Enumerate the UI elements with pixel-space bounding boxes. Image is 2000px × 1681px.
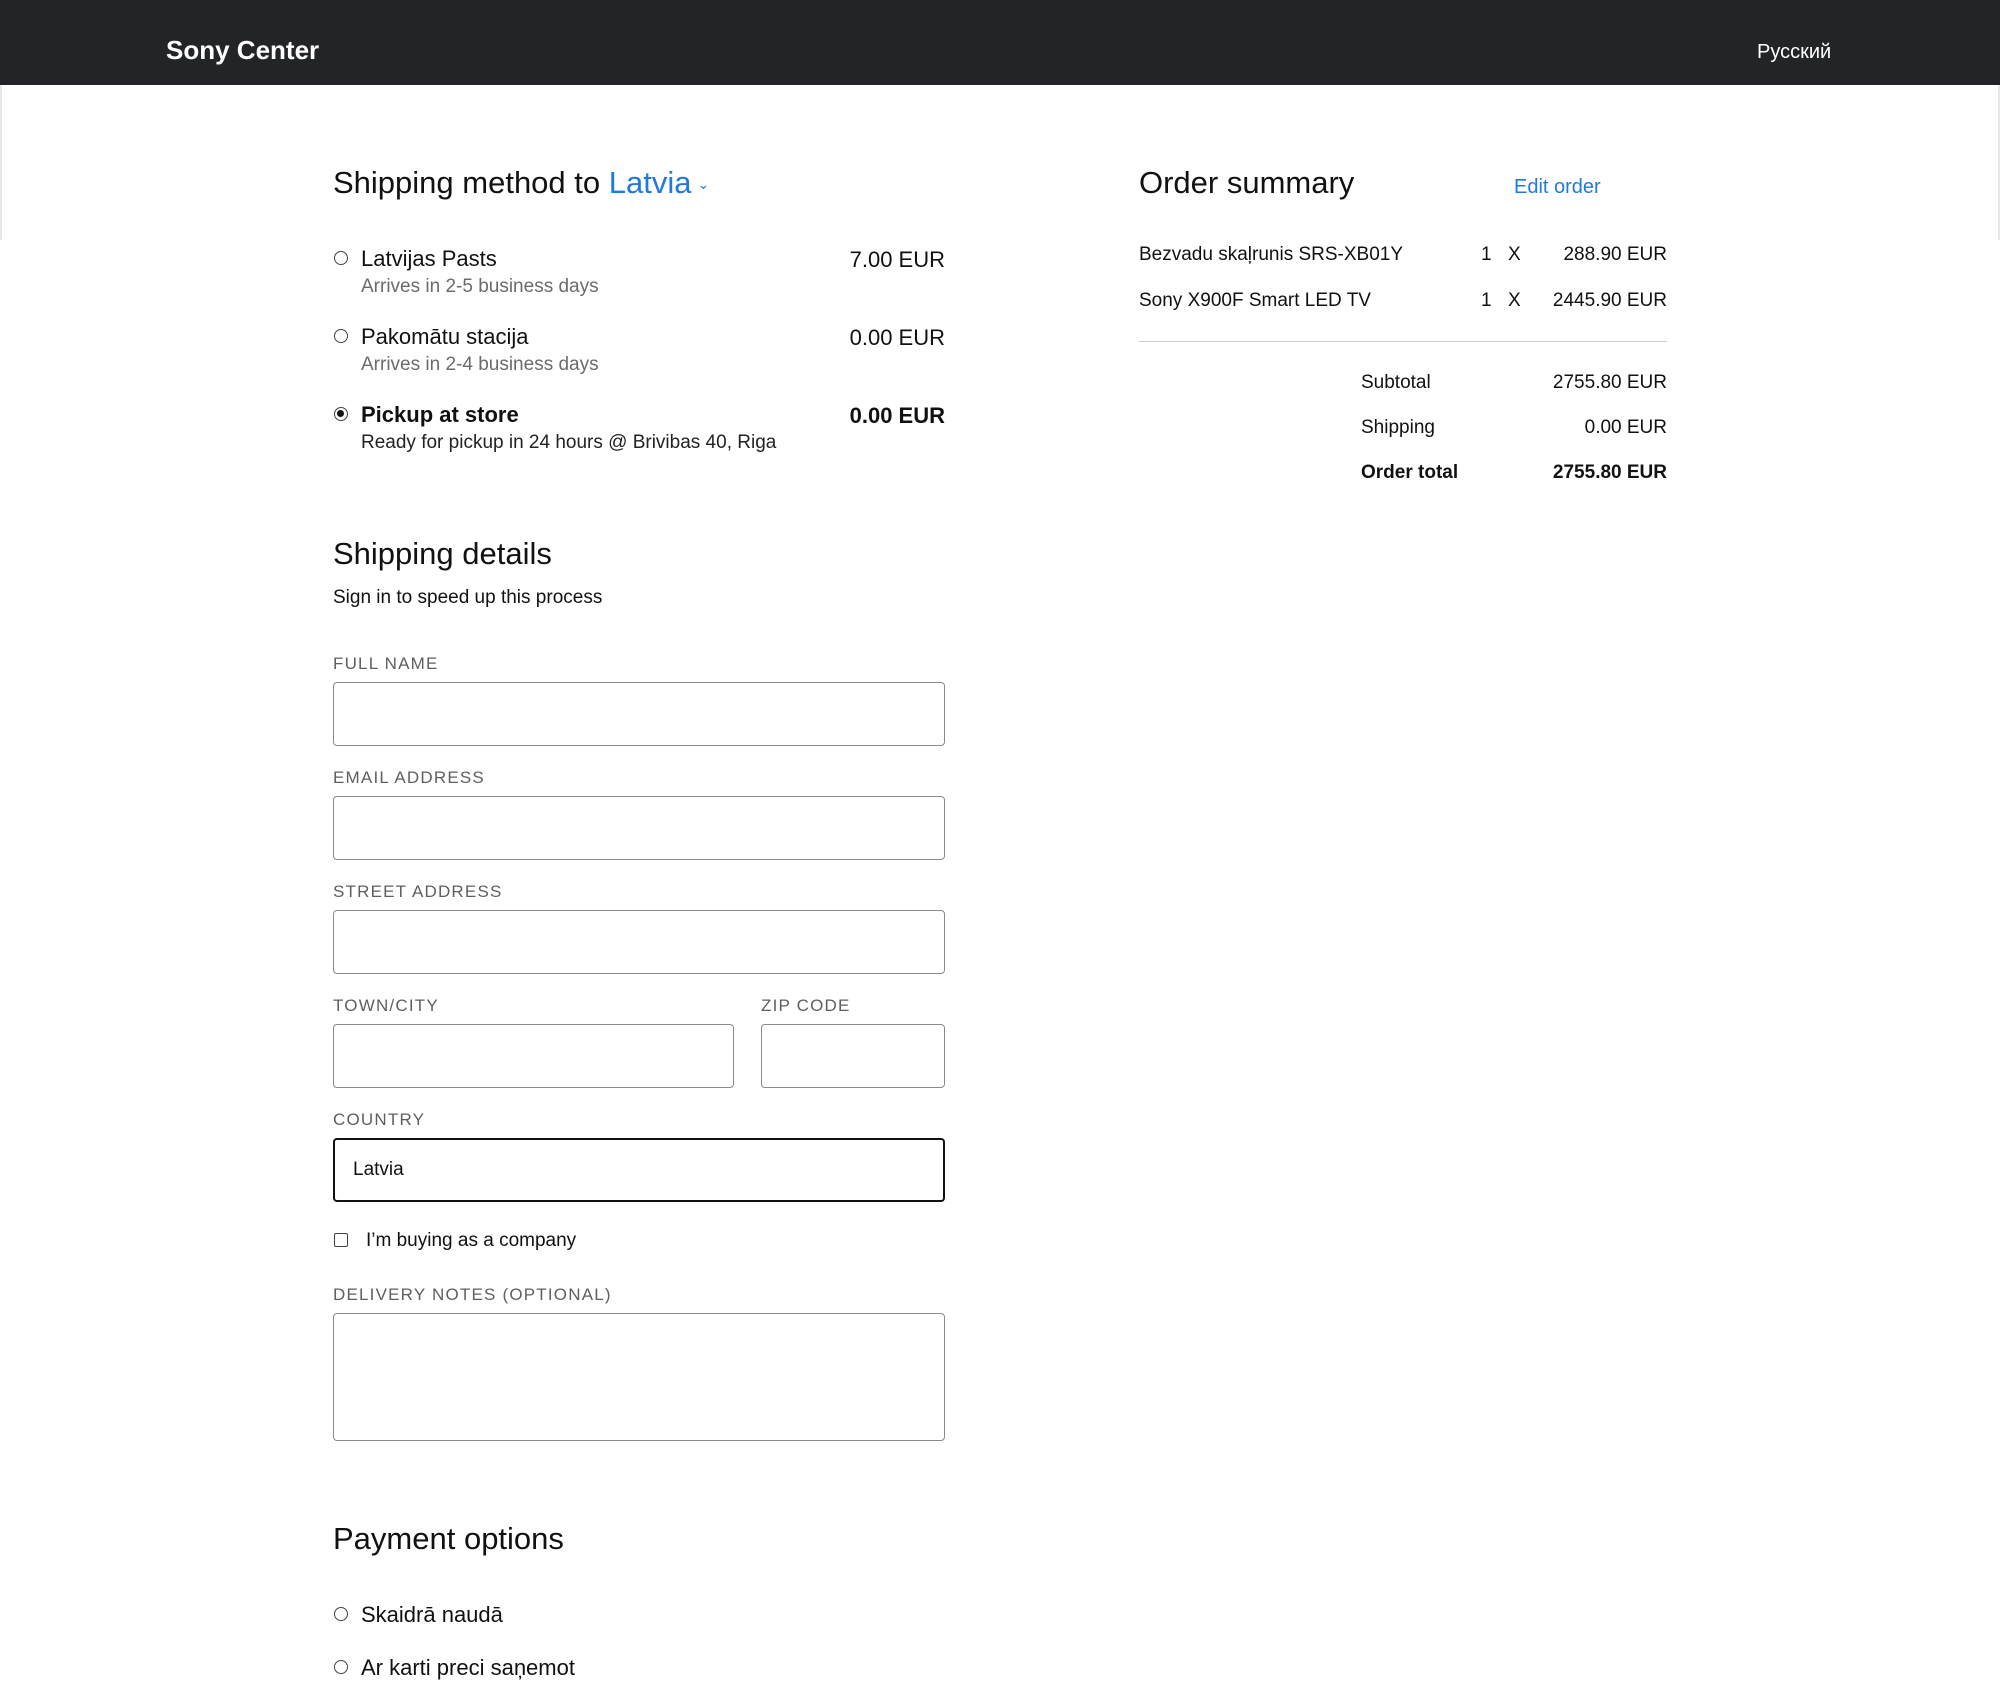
email-input[interactable] [333,796,945,860]
payment-option-radio-card-on-delivery[interactable] [334,1660,348,1674]
email-label: EMAIL ADDRESS [333,768,485,787]
shipping-method-title: Shipping method to [333,165,601,200]
country-input[interactable] [333,1138,945,1202]
shipping-method-heading: Shipping method to Latvia ⌄ [333,165,709,201]
street-address-input[interactable] [333,910,945,974]
order-total-label: Order total [1361,462,1459,483]
shipping-option-subtitle: Arrives in 2-4 business days [361,354,599,375]
subtotal-value: 2755.80 EUR [1552,372,1667,393]
shipping-details-title: Shipping details [333,536,552,571]
shipping-option-title[interactable]: Pakomātu stacija [361,324,529,350]
order-item-name: Bezvadu skaļrunis SRS-XB01Y [1139,244,1404,265]
summary-divider [1139,341,1667,342]
order-item-name: Sony X900F Smart LED TV [1139,290,1371,311]
order-item-price: 2445.90 EUR [1552,290,1667,311]
order-item-qty: 1 [1481,244,1492,265]
shipping-option-price: 0.00 EUR [849,325,945,350]
payment-options-title: Payment options [333,1521,564,1556]
delivery-notes-textarea[interactable] [333,1313,945,1441]
delivery-notes-label: DELIVERY NOTES (OPTIONAL) [333,1285,612,1304]
shipping-option-radio-latvijas-pasts[interactable] [334,251,348,265]
country-selector[interactable]: Latvia ⌄ [609,165,709,200]
shipping-option-title[interactable]: Pickup at store [361,402,519,428]
payment-option-label[interactable]: Ar karti preci saņemot [361,1655,575,1681]
shipping-option-price: 7.00 EUR [849,247,945,272]
edit-order-link[interactable]: Edit order [1514,176,1601,199]
company-checkbox-label[interactable]: I’m buying as a company [366,1230,576,1252]
town-city-input[interactable] [333,1024,734,1088]
left-edge-divider [0,85,2,240]
town-city-label: TOWN/CITY [333,996,439,1015]
payment-option-label[interactable]: Skaidrā naudā [361,1602,503,1628]
shipping-cost-label: Shipping [1361,417,1435,438]
full-name-input[interactable] [333,682,945,746]
brand-logo[interactable]: Sony Center [166,35,319,66]
shipping-option-subtitle: Ready for pickup in 24 hours @ Brivibas … [361,432,777,453]
shipping-option-radio-pakomatu-stacija[interactable] [334,329,348,343]
order-item-qty: 1 [1481,290,1492,311]
order-total-value: 2755.80 EUR [1552,462,1667,483]
payment-option-radio-cash[interactable] [334,1607,348,1621]
street-address-label: STREET ADDRESS [333,882,503,901]
order-summary-title: Order summary [1139,165,1355,200]
zip-code-label: ZIP CODE [761,996,851,1015]
subtotal-label: Subtotal [1361,372,1431,393]
shipping-option-title[interactable]: Latvijas Pasts [361,246,497,272]
shipping-option-subtitle: Arrives in 2-5 business days [361,276,599,297]
shipping-option-price: 0.00 EUR [849,403,945,428]
language-switch-link[interactable]: Русский [1757,41,1831,64]
order-item-price: 288.90 EUR [1563,244,1667,265]
full-name-label: FULL NAME [333,654,439,673]
sign-in-prompt[interactable]: Sign in to speed up this process [333,587,602,609]
country-selector-label: Latvia [608,165,692,200]
shipping-cost-value: 0.00 EUR [1584,417,1667,438]
company-checkbox[interactable] [334,1233,348,1247]
country-label: COUNTRY [333,1110,426,1129]
shipping-option-radio-pickup-at-store[interactable] [334,407,348,421]
chevron-down-icon: ⌄ [697,176,710,193]
zip-code-input[interactable] [761,1024,945,1088]
